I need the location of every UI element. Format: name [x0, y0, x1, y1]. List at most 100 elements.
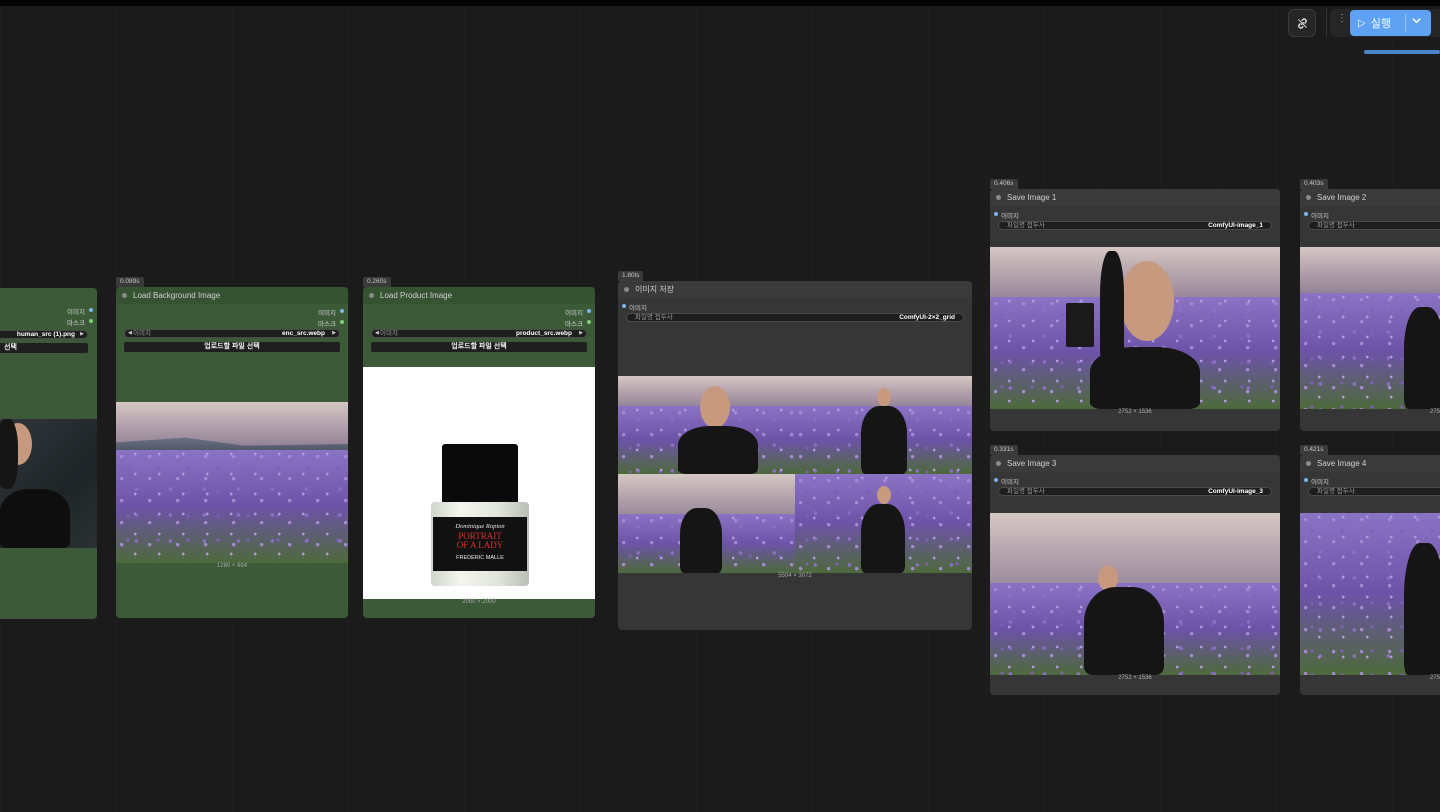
input-image-label: 이미지	[1001, 213, 1019, 220]
input-image-port[interactable]	[994, 212, 998, 216]
cell-face	[700, 386, 730, 428]
next-arrow-icon[interactable]: ▶	[332, 330, 336, 337]
output-image-port[interactable]	[587, 309, 591, 313]
filename-prefix-field[interactable]: 파일명 접두사 ComfyUI-image_1	[998, 221, 1272, 230]
preview-figure	[1090, 347, 1200, 409]
link-icon[interactable]	[1288, 9, 1316, 37]
background-image-preview	[116, 402, 348, 563]
node-timing: 0.406s	[990, 179, 1018, 189]
input-image-port[interactable]	[622, 304, 626, 308]
node-timing: 0.403s	[1300, 179, 1328, 189]
image-dimensions: 2752 × 1536	[1118, 409, 1152, 415]
run-label: 실행	[1370, 18, 1391, 30]
preview-bottle	[1066, 303, 1094, 347]
save-image-2-node[interactable]: Save Image 2 이미지 파일명 접두사 275	[1300, 189, 1440, 431]
background-iris-field	[116, 450, 348, 563]
node-header[interactable]: Save Image 1	[990, 189, 1280, 206]
node-header[interactable]: Save Image 3	[990, 455, 1280, 472]
next-arrow-icon[interactable]: ▶	[80, 331, 84, 338]
upload-file-button[interactable]: 업로드할 파일 선택	[124, 342, 340, 352]
output-image-label: 이미지	[318, 310, 336, 317]
grid-cell-2	[795, 376, 972, 474]
filename-prefix-field[interactable]: 파일명 접두사	[1308, 221, 1440, 230]
run-button[interactable]: ▷ 실행	[1350, 10, 1431, 36]
output-mask-port[interactable]	[89, 319, 93, 323]
output-mask-label: 마스크	[565, 321, 583, 328]
collapse-dot[interactable]	[996, 461, 1001, 466]
node-header[interactable]: Save Image 2	[1300, 189, 1440, 206]
collapse-dot[interactable]	[1306, 195, 1311, 200]
image-dimensions: 275	[1429, 675, 1440, 681]
human-hair	[0, 419, 18, 489]
collapse-dot[interactable]	[996, 195, 1001, 200]
save-image-3-preview	[990, 513, 1280, 675]
node-title: Save Image 2	[1317, 193, 1367, 202]
preview-figure	[1404, 307, 1440, 409]
bottle-cap	[442, 444, 518, 504]
preview-figure	[1084, 587, 1164, 675]
node-title: Load Background Image	[133, 291, 221, 300]
load-human-image-node[interactable]: 이미지 마스크 human_src (1).png ▶ 선택	[0, 288, 97, 619]
next-arrow-icon[interactable]: ▶	[579, 330, 583, 337]
preview-sky	[1300, 247, 1440, 297]
save-image-4-node[interactable]: Save Image 4 이미지 파일명 접두사 275	[1300, 455, 1440, 695]
cell-face	[877, 486, 891, 504]
image-file-select[interactable]: human_src (1).png ▶	[0, 330, 88, 339]
grid-cell-4	[795, 474, 972, 573]
load-product-image-node[interactable]: Load Product Image 이미지 마스크 ◀ 이미지 product…	[363, 287, 595, 618]
output-image-label: 이미지	[67, 309, 85, 316]
bottle-brand: Dominique Ropion	[455, 523, 505, 530]
input-image-label: 이미지	[629, 305, 647, 312]
load-background-image-node[interactable]: Load Background Image 이미지 마스크 ◀ 이미지 enc_…	[116, 287, 348, 618]
prev-arrow-icon[interactable]: ◀	[128, 330, 132, 337]
run-button-divider	[1405, 14, 1406, 32]
node-title: Save Image 4	[1317, 459, 1367, 468]
image-file-select[interactable]: ◀ 이미지 enc_src.webp ▶	[124, 329, 340, 338]
node-header[interactable]: Load Background Image	[116, 287, 348, 304]
input-image-label: 이미지	[1311, 213, 1329, 220]
input-image-port[interactable]	[994, 478, 998, 482]
cell-figure	[678, 426, 758, 474]
node-title: Load Product Image	[380, 291, 453, 300]
collapse-dot[interactable]	[1306, 461, 1311, 466]
filename-prefix-field[interactable]: 파일명 접두사 ComfyUI-2×2_grid	[626, 313, 964, 322]
output-image-port[interactable]	[89, 308, 93, 312]
save-grid-image-node[interactable]: 이미지 저장 이미지 파일명 접두사 ComfyUI-2×2_grid 5504…	[618, 281, 972, 630]
preview-face	[1120, 261, 1174, 341]
node-timing: 0.260s	[363, 277, 391, 287]
grid-image-preview	[618, 376, 972, 573]
upload-file-button[interactable]: 업로드할 파일 선택	[371, 342, 587, 352]
collapse-dot[interactable]	[624, 287, 629, 292]
upload-file-button[interactable]: 선택	[0, 343, 88, 353]
save-image-3-node[interactable]: Save Image 3 이미지 파일명 접두사 ComfyUI-image_3…	[990, 455, 1280, 695]
node-header[interactable]: Load Product Image	[363, 287, 595, 304]
chevron-down-icon[interactable]	[1411, 15, 1422, 29]
toolbar-divider	[1326, 9, 1327, 37]
image-file-select[interactable]: ◀ 이미지 product_src.webp ▶	[371, 329, 587, 338]
grid-cell-1	[618, 376, 795, 474]
queue-progress-bar	[1364, 50, 1440, 54]
save-image-4-preview	[1300, 513, 1440, 675]
node-header[interactable]: 이미지 저장	[618, 281, 972, 298]
node-title: Save Image 3	[1007, 459, 1057, 468]
input-image-port[interactable]	[1304, 478, 1308, 482]
collapse-dot[interactable]	[369, 293, 374, 298]
output-mask-label: 마스크	[318, 321, 336, 328]
output-mask-port[interactable]	[587, 320, 591, 324]
input-image-port[interactable]	[1304, 212, 1308, 216]
node-header[interactable]: Save Image 4	[1300, 455, 1440, 472]
image-dimensions: 275	[1429, 409, 1440, 415]
filename-prefix-field[interactable]: 파일명 접두사	[1308, 487, 1440, 496]
save-image-1-node[interactable]: Save Image 1 이미지 파일명 접두사 ComfyUI-image_1…	[990, 189, 1280, 431]
filename-prefix-field[interactable]: 파일명 접두사 ComfyUI-image_3	[998, 487, 1272, 496]
preview-figure	[1404, 543, 1440, 675]
node-timing: 0.331s	[990, 445, 1018, 455]
bottle-label: Dominique Ropion PORTRAIT OF A LADY FRED…	[433, 517, 527, 571]
prev-arrow-icon[interactable]: ◀	[375, 330, 379, 337]
output-mask-port[interactable]	[340, 320, 344, 324]
image-dimensions: 2000 × 2000	[462, 599, 496, 605]
node-timing: 0.089s	[116, 277, 144, 287]
cell-face	[877, 388, 891, 406]
collapse-dot[interactable]	[122, 293, 127, 298]
output-image-port[interactable]	[340, 309, 344, 313]
